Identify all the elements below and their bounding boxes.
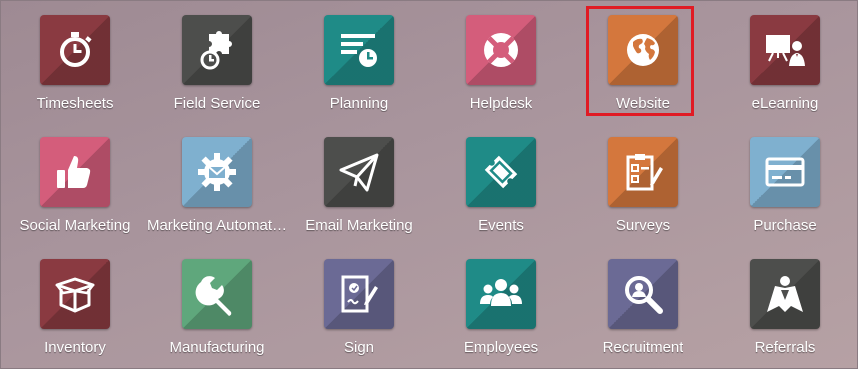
app-tile-purchase[interactable] xyxy=(750,137,820,207)
paper-plane-icon xyxy=(339,153,379,192)
app-tile-social-marketing[interactable] xyxy=(40,137,110,207)
app-tile-planning[interactable] xyxy=(324,15,394,85)
app-email-marketing[interactable]: Email Marketing xyxy=(288,122,430,242)
wrench-icon xyxy=(195,276,232,316)
app-label: Field Service xyxy=(173,95,261,112)
app-social-marketing[interactable]: Social Marketing xyxy=(4,122,146,242)
people-group-icon xyxy=(480,279,522,306)
app-referrals[interactable]: Referrals xyxy=(714,244,856,364)
app-label: Planning xyxy=(329,95,389,112)
app-label: Surveys xyxy=(615,217,671,234)
clipboard-check-icon xyxy=(626,154,663,191)
app-planning[interactable]: Planning xyxy=(288,0,430,120)
app-label: Events xyxy=(478,217,524,234)
app-label: Website xyxy=(616,95,670,112)
app-label: Purchase xyxy=(753,217,817,234)
app-manufacturing[interactable]: Manufacturing xyxy=(146,244,288,364)
app-field-service[interactable]: Field Service xyxy=(146,0,288,120)
teacher-board-icon xyxy=(766,35,805,66)
ticket-icon xyxy=(484,155,518,189)
credit-card-icon xyxy=(765,157,805,187)
app-label: Inventory xyxy=(44,339,106,356)
app-recruitment[interactable]: Recruitment xyxy=(572,244,714,364)
app-purchase[interactable]: Purchase xyxy=(714,122,856,242)
app-label: Marketing Automat… xyxy=(146,217,288,234)
app-label: Timesheets xyxy=(36,95,114,112)
stopwatch-icon xyxy=(60,32,92,67)
app-tile-sign[interactable] xyxy=(324,259,394,329)
app-inventory[interactable]: Inventory xyxy=(4,244,146,364)
app-tile-helpdesk[interactable] xyxy=(466,15,536,85)
app-helpdesk[interactable]: Helpdesk xyxy=(430,0,572,120)
app-surveys[interactable]: Surveys xyxy=(572,122,714,242)
app-tile-marketing-automation[interactable] xyxy=(182,137,252,207)
app-label: Employees xyxy=(463,339,539,356)
magnifier-icon xyxy=(625,276,663,314)
app-label: Sign xyxy=(343,339,375,356)
box-icon xyxy=(55,277,95,313)
app-tile-recruitment[interactable] xyxy=(608,259,678,329)
app-marketing-automation[interactable]: Marketing Automat… xyxy=(146,122,288,242)
app-tile-website[interactable] xyxy=(608,15,678,85)
app-label: Referrals xyxy=(754,339,816,356)
app-tile-inventory[interactable] xyxy=(40,259,110,329)
app-timesheets[interactable]: Timesheets xyxy=(4,0,146,120)
app-website[interactable]: Website xyxy=(572,0,714,120)
app-tile-employees[interactable] xyxy=(466,259,536,329)
puzzle-clock-icon xyxy=(200,31,232,70)
superhero-cape-icon xyxy=(767,276,803,312)
lifebuoy-icon xyxy=(484,33,518,67)
app-tile-manufacturing[interactable] xyxy=(182,259,252,329)
app-sign[interactable]: Sign xyxy=(288,244,430,364)
app-label: Manufacturing xyxy=(169,339,265,356)
app-tile-email-marketing[interactable] xyxy=(324,137,394,207)
app-events[interactable]: Events xyxy=(430,122,572,242)
app-label: Recruitment xyxy=(602,339,684,356)
app-tile-events[interactable] xyxy=(466,137,536,207)
planning-lines-icon xyxy=(341,34,377,67)
signed-document-icon xyxy=(341,275,378,313)
app-label: Social Marketing xyxy=(19,217,131,234)
app-tile-timesheets[interactable] xyxy=(40,15,110,85)
globe-icon xyxy=(627,34,659,66)
gear-envelope-icon xyxy=(198,153,236,191)
app-employees[interactable]: Employees xyxy=(430,244,572,364)
app-tile-field-service[interactable] xyxy=(182,15,252,85)
app-label: Email Marketing xyxy=(305,217,413,234)
app-elearning[interactable]: eLearning xyxy=(714,0,856,120)
app-tile-elearning[interactable] xyxy=(750,15,820,85)
app-label: eLearning xyxy=(751,95,819,112)
app-tile-referrals[interactable] xyxy=(750,259,820,329)
app-label: Helpdesk xyxy=(469,95,533,112)
app-tile-surveys[interactable] xyxy=(608,137,678,207)
thumbs-up-icon xyxy=(57,156,91,188)
